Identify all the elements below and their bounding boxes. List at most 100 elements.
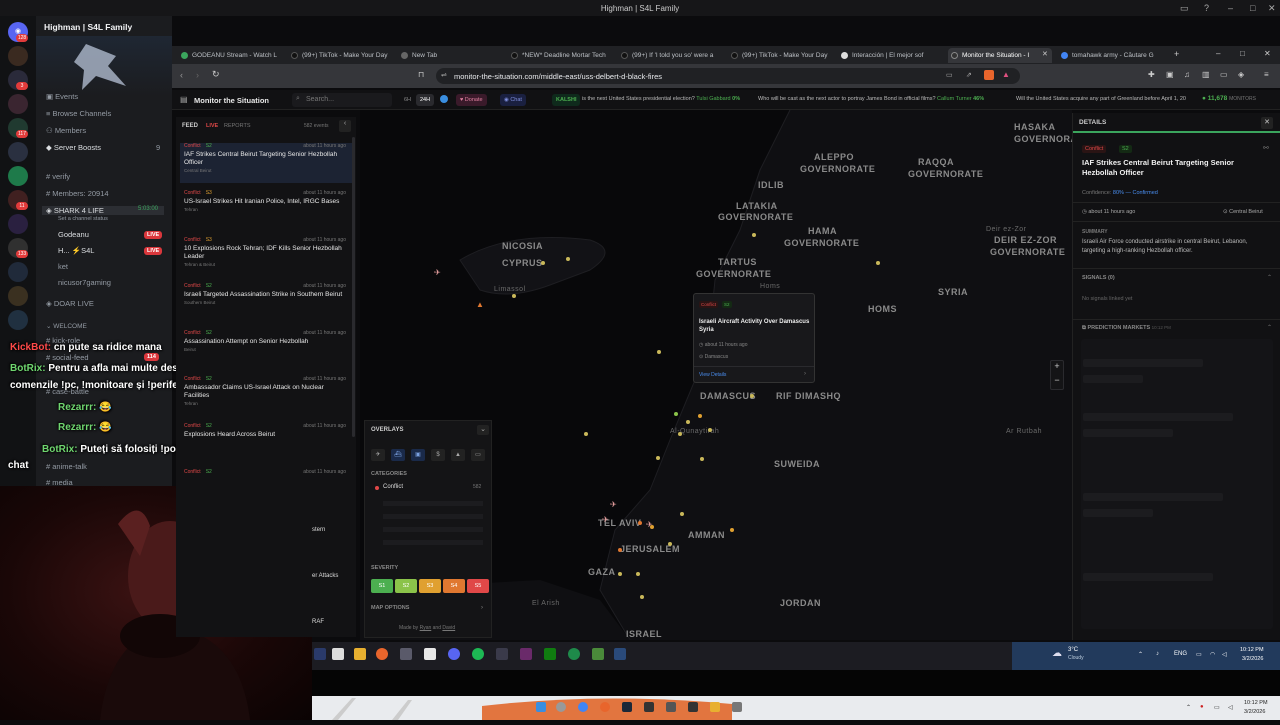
brave-icon[interactable] bbox=[600, 702, 610, 712]
layer-lock-icon[interactable]: ▣ bbox=[411, 449, 425, 461]
spotify-icon[interactable] bbox=[472, 648, 484, 660]
event-marker[interactable] bbox=[752, 233, 756, 237]
severity-s2-button[interactable]: S2 bbox=[395, 579, 417, 593]
site-title[interactable]: Monitor the Situation bbox=[194, 96, 269, 105]
feed-item[interactable]: Conflict S2 about 11 hours ago Assassinat… bbox=[180, 330, 352, 370]
feed-scrollbar[interactable] bbox=[352, 137, 355, 437]
strike-marker-icon[interactable]: ✈ bbox=[602, 515, 609, 524]
members-item[interactable]: ⚇ Members bbox=[46, 126, 86, 135]
telegram-icon[interactable] bbox=[440, 95, 448, 103]
weather-temp[interactable]: 3°C bbox=[1068, 647, 1078, 653]
feed-partial-title[interactable]: er Attacks bbox=[312, 573, 338, 579]
credit-link[interactable]: David bbox=[442, 625, 455, 631]
close-details-icon[interactable]: ✕ bbox=[1261, 117, 1273, 129]
category-row-placeholder[interactable] bbox=[383, 514, 483, 519]
server-icon[interactable] bbox=[8, 166, 28, 186]
close-icon[interactable]: ✕ bbox=[1268, 3, 1276, 14]
event-marker[interactable] bbox=[750, 394, 754, 398]
feed-item[interactable]: Conflict S2 about 11 hours ago Israeli Ta… bbox=[180, 283, 352, 323]
layer-camera-icon[interactable]: ▭ bbox=[471, 449, 485, 461]
taskbar-app-icon[interactable] bbox=[520, 648, 532, 660]
market-ticker[interactable]: is the next United States presidential e… bbox=[582, 96, 740, 102]
layer-dollar-icon[interactable]: $ bbox=[431, 449, 445, 461]
browser-tab[interactable]: (99+) If 'I told you so' were a bbox=[618, 48, 726, 63]
taskbar-app-icon[interactable] bbox=[314, 648, 326, 660]
sidebar-icon[interactable]: ▥ bbox=[1202, 70, 1210, 79]
taskbar-app-icon[interactable] bbox=[332, 648, 344, 660]
chevron-up-icon[interactable]: ⌃ bbox=[1267, 274, 1272, 281]
volume-icon[interactable]: ◁ bbox=[1228, 704, 1233, 711]
server-icon[interactable] bbox=[8, 94, 28, 114]
tab-live[interactable]: LIVE bbox=[206, 123, 218, 129]
extensions-icon[interactable]: ✚ bbox=[1148, 70, 1155, 79]
events-item[interactable]: ▣ Events bbox=[46, 92, 78, 101]
zoom-in-button[interactable]: + bbox=[1051, 361, 1063, 375]
event-marker[interactable] bbox=[678, 432, 682, 436]
clock-time[interactable]: 10:12 PM bbox=[1244, 700, 1268, 706]
tab-feed[interactable]: FEED bbox=[182, 123, 198, 129]
voice-user[interactable]: Godeanu bbox=[58, 230, 89, 239]
event-marker[interactable] bbox=[698, 414, 702, 418]
browser-tab[interactable]: (99+) TikTok - Make Your Day bbox=[728, 48, 836, 63]
browse-channels-item[interactable]: ≡ Browse Channels bbox=[46, 109, 111, 118]
taskbar-app-icon[interactable] bbox=[666, 702, 676, 712]
map-options-title[interactable]: MAP OPTIONS bbox=[371, 605, 409, 611]
event-marker[interactable] bbox=[700, 457, 704, 461]
event-marker[interactable] bbox=[638, 521, 642, 525]
mic-icon[interactable]: ♪ bbox=[1156, 651, 1159, 657]
folder-icon[interactable] bbox=[710, 702, 720, 712]
feed-item[interactable]: Conflict S2 about 11 hours ago Explosions… bbox=[180, 423, 352, 463]
taskbar-app-icon[interactable] bbox=[688, 702, 698, 712]
browser-tab-active[interactable]: Monitor the Situation - I bbox=[948, 48, 1052, 63]
voice-user[interactable]: H... ⚡S4L bbox=[58, 246, 94, 255]
discord-icon[interactable] bbox=[448, 648, 460, 660]
site-info-icon[interactable]: ⇌ bbox=[441, 71, 447, 79]
event-marker[interactable] bbox=[618, 572, 622, 576]
window-close-icon[interactable]: ✕ bbox=[1264, 49, 1271, 58]
shield-icon[interactable]: ◈ bbox=[1238, 70, 1244, 79]
browser-tab[interactable]: tomahawk army - Căutare G bbox=[1058, 48, 1168, 63]
fire-marker-icon[interactable]: ▲ bbox=[476, 300, 484, 309]
menu-icon[interactable]: ≡ bbox=[1264, 70, 1269, 79]
event-marker[interactable] bbox=[618, 548, 622, 552]
extension-icon[interactable]: ▣ bbox=[1166, 70, 1174, 79]
server-icon[interactable] bbox=[8, 286, 28, 306]
browser-tab[interactable]: (99+) TikTok - Make Your Day bbox=[288, 48, 396, 63]
severity-title[interactable]: SEVERITY bbox=[371, 565, 398, 571]
chrome-icon[interactable] bbox=[578, 702, 588, 712]
server-name[interactable]: Highman | S4L Family bbox=[44, 22, 132, 32]
server-icon[interactable] bbox=[8, 46, 28, 66]
url-bar[interactable]: ⇌ monitor-the-situation.com/middle-east/… bbox=[436, 68, 1020, 84]
wifi-icon[interactable]: ◠ bbox=[1210, 651, 1215, 658]
browser-tab[interactable]: *NEW* Deadline Mortar Tech bbox=[508, 48, 616, 63]
severity-s4-button[interactable]: S4 bbox=[443, 579, 465, 593]
severity-s5-button[interactable]: S5 bbox=[467, 579, 489, 593]
xbox-icon[interactable] bbox=[544, 648, 556, 660]
category-row-placeholder[interactable] bbox=[383, 527, 483, 532]
wallet-icon[interactable]: ▭ bbox=[1220, 70, 1228, 79]
back-icon[interactable]: ‹ bbox=[180, 70, 183, 80]
category-conflict[interactable]: Conflict bbox=[383, 484, 403, 490]
taskbar-app-icon[interactable] bbox=[614, 648, 626, 660]
forward-icon[interactable]: › bbox=[196, 70, 199, 80]
taskbar-app-icon[interactable] bbox=[496, 648, 508, 660]
feed-item[interactable]: Conflict S2 about 11 hours ago bbox=[180, 469, 352, 489]
screenshot-icon[interactable]: ▭ bbox=[1180, 3, 1189, 14]
feed-item-selected[interactable]: Conflict S2 about 11 hours ago IAF Strike… bbox=[180, 143, 352, 183]
category-row-placeholder[interactable] bbox=[383, 501, 483, 506]
server-icon[interactable] bbox=[8, 142, 28, 162]
overlays-title[interactable]: OVERLAYS bbox=[371, 427, 403, 433]
event-marker[interactable] bbox=[686, 420, 690, 424]
credit-link[interactable]: Ryan bbox=[420, 625, 432, 631]
channel-status[interactable]: Set a channel status bbox=[58, 216, 108, 222]
tab-reports[interactable]: REPORTS bbox=[224, 123, 251, 129]
event-marker[interactable] bbox=[674, 412, 678, 416]
event-marker[interactable] bbox=[656, 456, 660, 460]
chevron-right-icon[interactable]: › bbox=[804, 371, 806, 377]
strike-marker-icon[interactable]: ✈ bbox=[610, 500, 617, 509]
window-maximize-icon[interactable]: □ bbox=[1240, 49, 1245, 58]
browser-tab[interactable]: New Tab bbox=[398, 48, 506, 63]
layer-plane-icon[interactable]: ✈ bbox=[371, 449, 385, 461]
language-indicator[interactable]: ENG bbox=[1174, 651, 1187, 657]
collapse-overlays-icon[interactable]: ⌄ bbox=[477, 425, 489, 435]
